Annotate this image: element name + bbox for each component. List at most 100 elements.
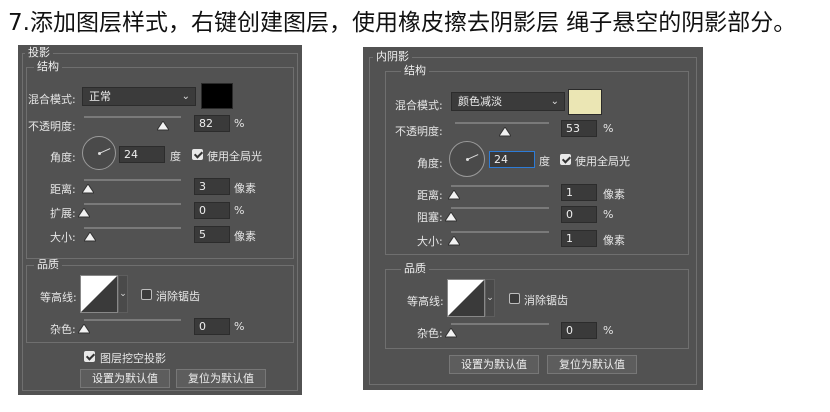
distance-unit: 像素: [234, 182, 256, 195]
opacity-input-right[interactable]: 53: [561, 120, 597, 137]
size-input-right[interactable]: 1: [561, 230, 597, 247]
size-label-right: 大小:: [417, 235, 443, 248]
noise-slider[interactable]: [84, 319, 181, 321]
global-light-label: 使用全局光: [207, 150, 262, 163]
size-unit: 像素: [234, 230, 256, 243]
antialias-label-right: 消除锯齿: [524, 294, 568, 307]
choke-unit-right: %: [603, 208, 614, 221]
chevron-down-icon: ⌄: [550, 96, 559, 107]
reset-default-button[interactable]: 复位为默认值: [176, 369, 266, 388]
opacity-label: 不透明度:: [28, 120, 76, 133]
opacity-input[interactable]: 82: [194, 115, 230, 132]
choke-slider-right[interactable]: [451, 207, 549, 209]
contour-label: 等高线:: [40, 291, 77, 304]
triangle-thumb-icon: [78, 324, 90, 334]
triangle-thumb-icon: [157, 121, 169, 131]
size-slider-right[interactable]: [451, 231, 549, 233]
distance-label-right: 距离:: [417, 189, 443, 202]
distance-input[interactable]: 3: [194, 178, 230, 195]
angle-dial-right[interactable]: [449, 141, 485, 177]
triangle-thumb-icon: [445, 212, 457, 222]
size-slider[interactable]: [84, 227, 181, 229]
triangle-thumb-icon: [84, 232, 96, 242]
noise-label: 杂色:: [50, 323, 76, 336]
angle-unit: 度: [170, 150, 181, 163]
angle-input-right[interactable]: 24: [489, 151, 535, 168]
opacity-slider[interactable]: [84, 116, 181, 118]
quality-title: 品质: [34, 259, 62, 271]
opacity-unit-right: %: [603, 122, 614, 135]
inner-shadow-panel: 内阴影 结构 混合模式: 颜色减淡 ⌄ 不透明度: 53 % 角度: 24 度 …: [363, 47, 703, 390]
size-unit-right: 像素: [603, 234, 625, 247]
angle-label: 角度:: [50, 151, 76, 164]
blend-mode-label-right: 混合模式:: [395, 99, 443, 112]
knockout-checkbox[interactable]: [84, 351, 95, 362]
shadow-color-swatch[interactable]: [201, 83, 233, 109]
reset-default-button-right[interactable]: 复位为默认值: [547, 355, 637, 374]
angle-unit-right: 度: [539, 155, 550, 168]
noise-input[interactable]: 0: [194, 318, 230, 335]
distance-slider[interactable]: [84, 179, 181, 181]
opacity-label-right: 不透明度:: [395, 125, 443, 138]
size-label: 大小:: [50, 231, 76, 244]
contour-dropdown[interactable]: ⌄: [118, 275, 128, 313]
instruction-caption: 7.添加图层样式，右键创建图层，使用橡皮擦去阴影层 绳子悬空的阴影部分。: [8, 10, 797, 36]
inner-shadow-color-swatch[interactable]: [568, 89, 602, 115]
blend-mode-select[interactable]: 正常 ⌄: [82, 87, 196, 106]
distance-unit-right: 像素: [603, 188, 625, 201]
opacity-slider-right[interactable]: [455, 122, 549, 124]
contour-label-right: 等高线:: [407, 295, 444, 308]
spread-slider[interactable]: [84, 203, 181, 205]
global-light-checkbox-right[interactable]: [560, 154, 571, 165]
distance-input-right[interactable]: 1: [561, 184, 597, 201]
structure-title-right: 结构: [401, 65, 429, 77]
antialias-label: 消除锯齿: [156, 290, 200, 303]
chevron-down-icon: ⌄: [119, 289, 127, 299]
make-default-button[interactable]: 设置为默认值: [80, 369, 170, 388]
contour-curve-icon: [81, 276, 117, 312]
noise-slider-right[interactable]: [451, 323, 549, 325]
noise-input-right[interactable]: 0: [561, 322, 597, 339]
inner-shadow-title: 内阴影: [373, 51, 412, 63]
blend-mode-select-right[interactable]: 颜色减淡 ⌄: [451, 92, 565, 111]
contour-dropdown-right[interactable]: ⌄: [485, 279, 495, 317]
chevron-down-icon: ⌄: [181, 91, 190, 102]
triangle-thumb-icon: [448, 236, 460, 246]
structure-title: 结构: [34, 61, 62, 73]
make-default-button-right[interactable]: 设置为默认值: [449, 355, 539, 374]
contour-picker-right[interactable]: [447, 279, 485, 317]
blend-mode-value: 正常: [89, 90, 111, 103]
blend-mode-value-right: 颜色减淡: [458, 95, 502, 108]
drop-shadow-title: 投影: [25, 47, 53, 59]
quality-title-right: 品质: [401, 263, 429, 275]
noise-unit: %: [234, 320, 245, 333]
angle-dial[interactable]: [82, 136, 116, 170]
angle-label-right: 角度:: [417, 157, 443, 170]
contour-picker[interactable]: [80, 275, 118, 313]
triangle-thumb-icon: [499, 127, 511, 137]
global-light-label-right: 使用全局光: [575, 155, 630, 168]
spread-input[interactable]: 0: [194, 202, 230, 219]
chevron-down-icon: ⌄: [486, 293, 494, 303]
triangle-thumb-icon: [445, 328, 457, 338]
noise-label-right: 杂色:: [417, 327, 443, 340]
size-input[interactable]: 5: [194, 226, 230, 243]
distance-slider-right[interactable]: [451, 185, 549, 187]
spread-label: 扩展:: [50, 207, 76, 220]
global-light-checkbox[interactable]: [192, 149, 203, 160]
spread-unit: %: [234, 204, 245, 217]
blend-mode-label: 混合模式:: [28, 93, 76, 106]
knockout-label: 图层挖空投影: [100, 352, 166, 365]
triangle-thumb-icon: [448, 190, 460, 200]
choke-input-right[interactable]: 0: [561, 206, 597, 223]
triangle-thumb-icon: [82, 184, 94, 194]
noise-unit-right: %: [603, 324, 614, 337]
contour-curve-icon: [448, 280, 484, 316]
angle-input[interactable]: 24: [119, 146, 165, 163]
antialias-checkbox-right[interactable]: [509, 293, 520, 304]
triangle-thumb-icon: [78, 208, 90, 218]
opacity-unit: %: [234, 117, 245, 130]
drop-shadow-panel: 投影 结构 混合模式: 正常 ⌄ 不透明度: 82 % 角度: 24 度 使用全…: [18, 45, 302, 395]
antialias-checkbox[interactable]: [141, 289, 152, 300]
distance-label: 距离:: [50, 183, 76, 196]
